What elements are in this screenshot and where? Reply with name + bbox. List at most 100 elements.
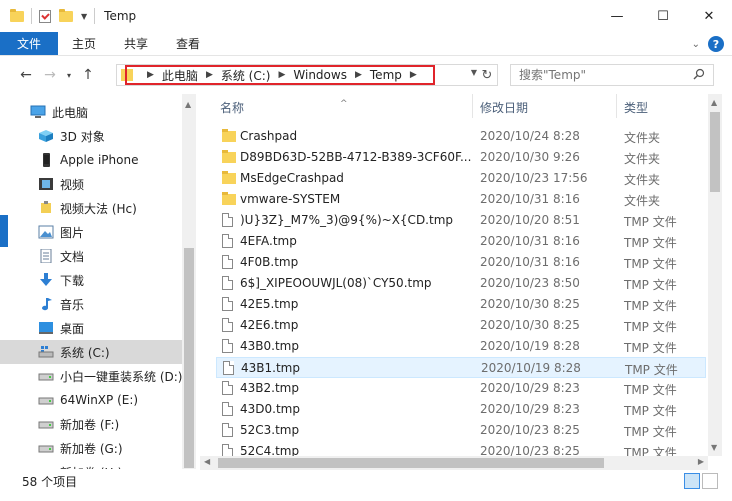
address-bar[interactable]: ▶ 此电脑 ▶ 系统 (C:) ▶ Windows ▶ Temp ▶ ▼ ↻ — [116, 64, 498, 86]
scroll-up-arrow-icon[interactable]: ▲ — [711, 98, 717, 107]
file-name: 4EFA.tmp — [240, 234, 297, 248]
sidebar-item[interactable]: 小白一键重装系统 (D:) — [0, 364, 182, 388]
sidebar-item[interactable]: 此电脑 — [0, 100, 182, 124]
sidebar-item[interactable]: 新加卷 (H:) — [0, 460, 182, 470]
sidebar-item-label: 新加卷 (H:) — [60, 464, 122, 470]
file-name: 43B0.tmp — [240, 339, 299, 353]
column-divider[interactable] — [616, 94, 617, 118]
large-icons-view-icon[interactable] — [702, 473, 718, 489]
expand-ribbon-chevron-icon[interactable]: ⌄ — [692, 39, 700, 50]
file-type: TMP 文件 — [624, 278, 677, 292]
sidebar-item-label: 64WinXP (E:) — [60, 393, 139, 407]
sidebar-item-label: 文档 — [60, 249, 85, 264]
search-input[interactable] — [519, 68, 689, 82]
navigation-row: ← → ▾ ↑ ▶ 此电脑 ▶ 系统 (C:) ▶ Windows ▶ Temp… — [0, 56, 732, 94]
scrollbar-thumb[interactable] — [710, 112, 720, 192]
file-list-vertical-scrollbar[interactable]: ▲ ▼ — [708, 94, 722, 456]
file-row[interactable]: 4EFA.tmp 2020/10/31 8:16 TMP 文件 — [216, 231, 706, 252]
sidebar-item[interactable]: 音乐 — [0, 292, 182, 316]
file-list: ^ 名称 修改日期 类型 Crashpad 2020/10/24 8:28 文件夹 D… — [200, 94, 708, 456]
sidebar-item[interactable]: 视频大法 (Hc) — [0, 196, 182, 220]
file-row[interactable]: 52C3.tmp 2020/10/23 8:25 TMP 文件 — [216, 420, 706, 441]
forward-arrow-icon[interactable]: → — [38, 63, 62, 87]
column-header-name[interactable]: 名称 — [220, 99, 244, 116]
sort-ascending-icon: ^ — [340, 99, 348, 109]
file-row[interactable]: MsEdgeCrashpad 2020/10/23 17:56 文件夹 — [216, 168, 706, 189]
tab-share[interactable]: 共享 — [110, 32, 162, 55]
file-row[interactable]: 43B1.tmp 2020/10/19 8:28 TMP 文件 — [216, 357, 706, 378]
file-type: TMP 文件 — [624, 383, 677, 397]
customize-toolbar-arrow-icon[interactable]: ▼ — [81, 12, 87, 21]
file-modified-date: 2020/10/23 8:50 — [480, 276, 580, 290]
maximize-button[interactable]: ☐ — [640, 0, 686, 32]
sidebar-item[interactable]: Apple iPhone — [0, 148, 182, 172]
status-bar: 58 个项目 — [0, 470, 732, 492]
details-view-icon[interactable] — [684, 473, 700, 489]
ribbon-right: ⌄ ? — [692, 36, 724, 52]
file-row[interactable]: 52C4.tmp 2020/10/23 8:25 TMP 文件 — [216, 441, 706, 456]
sidebar-item[interactable]: 文档 — [0, 244, 182, 268]
close-button[interactable]: ✕ — [686, 0, 732, 32]
file-row[interactable]: D89BD63D-52BB-4712-B389-3CF60F... 2020/10… — [216, 147, 706, 168]
file-name: 43B1.tmp — [241, 361, 300, 375]
music-icon — [38, 297, 54, 311]
sidebar-item[interactable]: 新加卷 (G:) — [0, 436, 182, 460]
file-modified-date: 2020/10/29 8:23 — [480, 402, 580, 416]
minimize-button[interactable]: — — [594, 0, 640, 32]
file-row[interactable]: 42E5.tmp 2020/10/30 8:25 TMP 文件 — [216, 294, 706, 315]
drive-icon — [38, 393, 54, 407]
file-row[interactable]: 6$]_XIPEOOUWJL(08)`CY50.tmp 2020/10/23 8:… — [216, 273, 706, 294]
file-row[interactable]: 4F0B.tmp 2020/10/31 8:16 TMP 文件 — [216, 252, 706, 273]
view-switcher — [684, 473, 718, 489]
file-row[interactable]: 43D0.tmp 2020/10/29 8:23 TMP 文件 — [216, 399, 706, 420]
file-row[interactable]: 43B2.tmp 2020/10/29 8:23 TMP 文件 — [216, 378, 706, 399]
scroll-right-arrow-icon[interactable]: ▶ — [698, 457, 704, 466]
tab-view[interactable]: 查看 — [162, 32, 214, 55]
tab-file[interactable]: 文件 — [0, 32, 58, 55]
up-arrow-icon[interactable]: ↑ — [76, 63, 100, 87]
properties-icon[interactable] — [39, 9, 51, 23]
sidebar-item[interactable]: 新加卷 (F:) — [0, 412, 182, 436]
file-icon — [222, 297, 233, 312]
sidebar-item[interactable]: 视频 — [0, 172, 182, 196]
sidebar-item[interactable]: 下载 — [0, 268, 182, 292]
address-history-dropdown-icon[interactable]: ▼ — [471, 68, 477, 77]
new-folder-icon[interactable] — [59, 8, 73, 22]
navigation-pane-scrollbar[interactable]: ▲ — [182, 94, 196, 469]
sidebar-item-label: 音乐 — [60, 297, 85, 312]
file-row[interactable]: 43B0.tmp 2020/10/19 8:28 TMP 文件 — [216, 336, 706, 357]
scroll-down-arrow-icon[interactable]: ▼ — [711, 443, 717, 452]
scrollbar-thumb[interactable] — [218, 458, 604, 468]
scrollbar-thumb[interactable] — [184, 248, 194, 468]
sidebar-item[interactable]: 图片 — [0, 220, 182, 244]
sidebar-item[interactable]: 64WinXP (E:) — [0, 388, 182, 412]
file-type: 文件夹 — [624, 152, 661, 166]
sidebar-item-label: 系统 (C:) — [60, 345, 110, 360]
refresh-icon[interactable]: ↻ — [479, 67, 495, 83]
sidebar-item-label: 3D 对象 — [60, 129, 105, 144]
column-header-modified[interactable]: 修改日期 — [480, 99, 528, 116]
tab-home[interactable]: 主页 — [58, 32, 110, 55]
column-header-type[interactable]: 类型 — [624, 99, 648, 116]
sidebar-item[interactable]: 系统 (C:) — [0, 340, 182, 364]
search-box[interactable] — [510, 64, 714, 86]
file-row[interactable]: 42E6.tmp 2020/10/30 8:25 TMP 文件 — [216, 315, 706, 336]
scroll-up-arrow-icon[interactable]: ▲ — [185, 100, 191, 109]
column-divider[interactable] — [472, 94, 473, 118]
back-arrow-icon[interactable]: ← — [14, 63, 38, 87]
drive-icon — [38, 417, 54, 431]
file-list-horizontal-scrollbar[interactable]: ◀ ▶ — [200, 456, 708, 470]
file-icon — [222, 234, 233, 249]
sidebar-item-label: 下载 — [60, 273, 85, 288]
file-icon — [222, 318, 233, 333]
file-row[interactable]: Crashpad 2020/10/24 8:28 文件夹 — [216, 126, 706, 147]
scroll-left-arrow-icon[interactable]: ◀ — [204, 457, 210, 466]
file-row[interactable]: vmware-SYSTEM 2020/10/31 8:16 文件夹 — [216, 189, 706, 210]
file-type: TMP 文件 — [624, 404, 677, 418]
file-row[interactable]: )U}3Z}_M7%_3)@9{%)~X{CD.tmp 2020/10/20 8:… — [216, 210, 706, 231]
recent-locations-chevron-icon[interactable]: ▾ — [62, 63, 76, 87]
file-icon — [222, 213, 233, 228]
sidebar-item[interactable]: 3D 对象 — [0, 124, 182, 148]
help-icon[interactable]: ? — [708, 36, 724, 52]
sidebar-item[interactable]: 桌面 — [0, 316, 182, 340]
